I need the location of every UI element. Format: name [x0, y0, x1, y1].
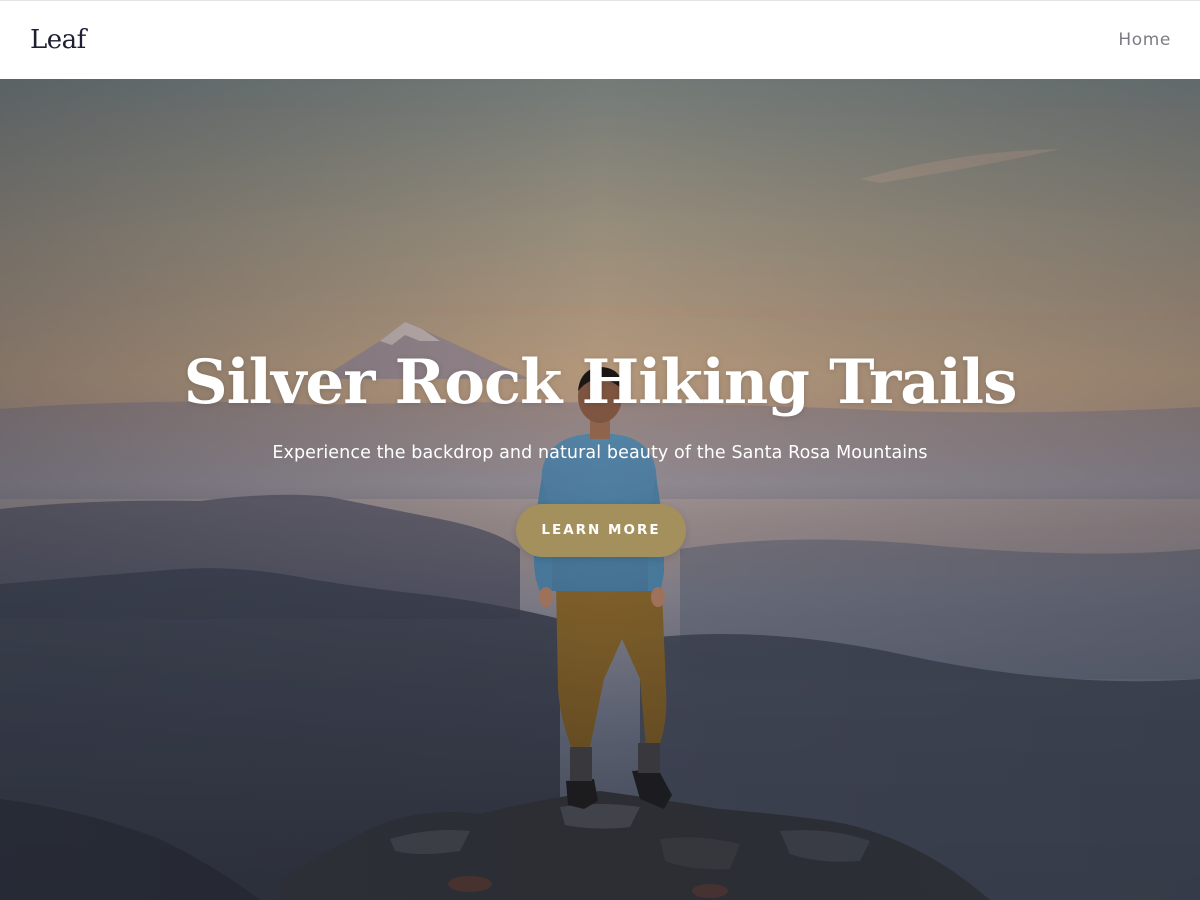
site-header: Leaf Home [0, 0, 1200, 79]
learn-more-button[interactable]: LEARN MORE [516, 504, 686, 557]
hero-content: Silver Rock Hiking Trails Experience the… [0, 79, 1200, 900]
site-logo[interactable]: Leaf [30, 25, 86, 55]
hero-section: Silver Rock Hiking Trails Experience the… [0, 79, 1200, 900]
hero-subtitle: Experience the backdrop and natural beau… [272, 443, 928, 463]
nav-link-home[interactable]: Home [1118, 30, 1171, 50]
hero-title: Silver Rock Hiking Trails [183, 347, 1018, 418]
